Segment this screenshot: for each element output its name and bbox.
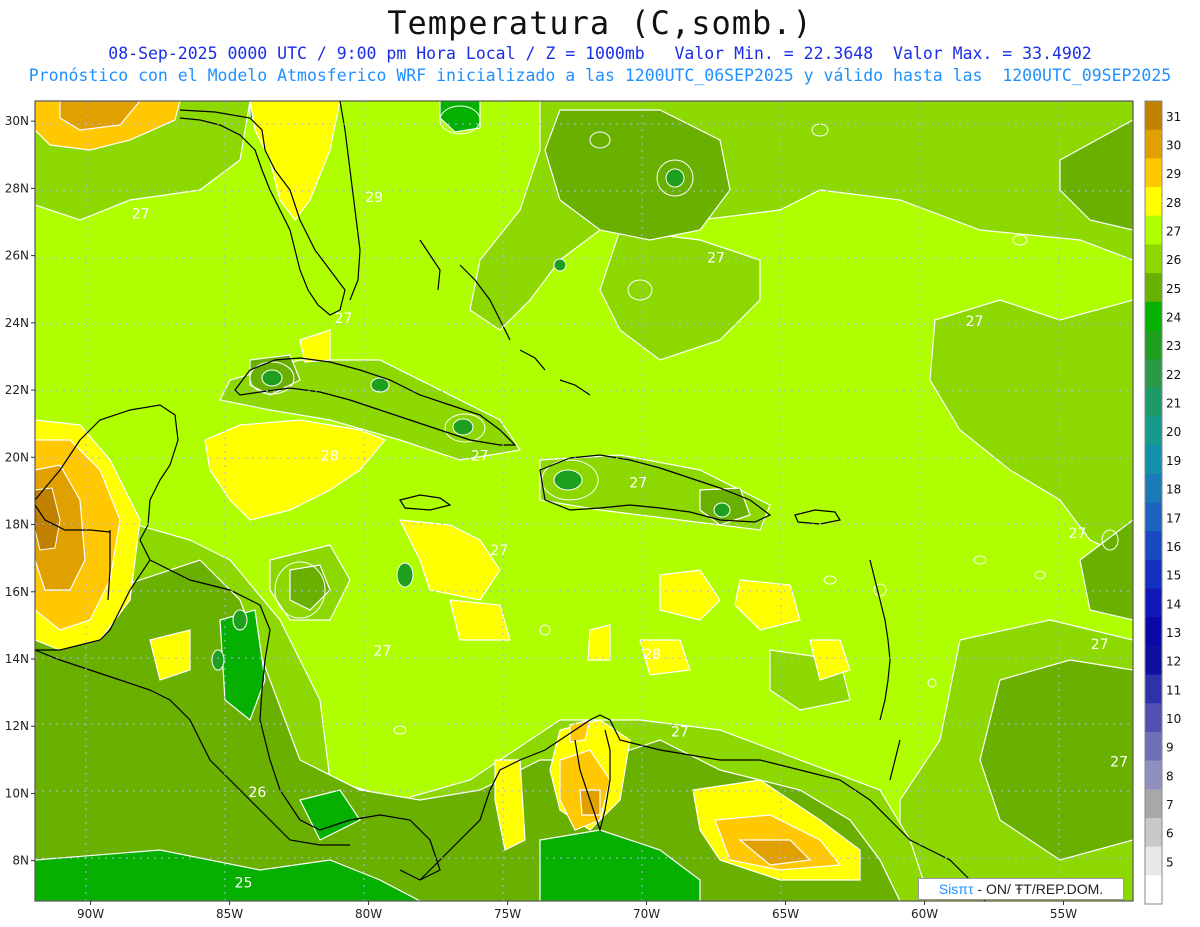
lon-tick-label: 70W [633, 907, 660, 921]
contour-label: 28 [321, 449, 339, 465]
contour-label: 27 [707, 250, 725, 266]
lat-tick-label: 20N [5, 450, 29, 464]
colorbar-swatch [1145, 473, 1162, 503]
colorbar-label: 28 [1166, 196, 1181, 210]
lat-tick-label: 22N [5, 383, 29, 397]
contour-label: 27 [132, 207, 150, 223]
colorbar-swatch [1145, 760, 1162, 790]
contour-label: 28 [643, 647, 661, 663]
colorbar-label: 12 [1166, 655, 1181, 669]
colorbar-swatch [1145, 445, 1162, 475]
lat-tick-label: 18N [5, 518, 29, 532]
lat-tick-label: 30N [5, 114, 29, 128]
lon-tick-label: 60W [911, 907, 938, 921]
colorbar-label: 15 [1166, 569, 1181, 583]
colorbar-swatch [1145, 674, 1162, 704]
contour-label: 27 [1110, 755, 1128, 771]
lat-tick-label: 24N [5, 316, 29, 330]
lat-tick-label: 28N [5, 181, 29, 195]
colorbar-swatch [1145, 875, 1162, 905]
colorbar-label: 31 [1166, 110, 1181, 124]
colorbar-swatch [1145, 789, 1162, 819]
colorbar-swatch [1145, 531, 1162, 561]
colorbar-swatch [1145, 359, 1162, 389]
colorbar-label: 6 [1166, 827, 1174, 841]
lat-tick-label: 26N [5, 249, 29, 263]
lon-tick-label: 75W [494, 907, 521, 921]
colorbar-label: 16 [1166, 540, 1181, 554]
colorbar-label: 27 [1166, 224, 1181, 238]
colorbar-label: 7 [1166, 798, 1174, 812]
colorbar-swatch [1145, 273, 1162, 303]
colorbar-swatch [1145, 502, 1162, 532]
credit-box: Sisπτ - ON/ ŦT/REP.DOM. [918, 878, 1124, 900]
colorbar-label: 13 [1166, 626, 1181, 640]
colorbar-label: 24 [1166, 311, 1181, 325]
lon-tick-label: 90W [77, 907, 104, 921]
lat-tick-label: 10N [5, 786, 29, 800]
colorbar-swatch [1145, 645, 1162, 676]
longitude-axis: 90W 85W 80W 75W 70W 65W 60W 55W [77, 901, 1077, 921]
lon-tick-label: 85W [216, 907, 243, 921]
colorbar-label: 29 [1166, 167, 1181, 181]
colorbar-label: 23 [1166, 339, 1181, 353]
lat-tick-label: 16N [5, 585, 29, 599]
lat-tick-label: 8N [12, 854, 29, 868]
colorbar-swatch [1145, 703, 1162, 733]
contour-label: 27 [335, 311, 353, 327]
colorbar-swatch [1145, 617, 1162, 647]
colorbar-swatch [1145, 588, 1162, 618]
credit-brand: Sisπτ [938, 881, 974, 897]
contour-label: 27 [471, 449, 489, 465]
colorbar-label: 20 [1166, 425, 1181, 439]
colorbar-swatch [1145, 158, 1162, 188]
contour-label: 26 [248, 785, 266, 801]
colorbar-label: 19 [1166, 454, 1181, 468]
credit-text: - ON/ ŦT/REP.DOM. [973, 881, 1104, 897]
colorbar-label: 30 [1166, 138, 1181, 152]
colorbar: 31 30 29 28 27 26 25 24 23 22 21 20 19 18 17 16 15 14 13 12… [1144, 100, 1181, 905]
colorbar-label: 8 [1166, 769, 1174, 783]
colorbar-label: 10 [1166, 712, 1181, 726]
colorbar-swatch [1145, 129, 1162, 159]
lat-tick-label: 14N [5, 652, 29, 666]
lat-tick-label: 12N [5, 719, 29, 733]
colorbar-label: 25 [1166, 282, 1181, 296]
lon-tick-label: 55W [1050, 907, 1077, 921]
contour-label: 27 [671, 724, 689, 740]
colorbar-label: 22 [1166, 368, 1181, 382]
colorbar-label: 9 [1166, 741, 1174, 755]
lon-tick-label: 80W [355, 907, 382, 921]
contour-label: 27 [374, 644, 392, 660]
colorbar-label: 11 [1166, 683, 1181, 697]
latitude-axis: 30N 28N 26N 24N 22N 20N 18N 16N 14N 12N 10N 8N [5, 114, 35, 868]
colorbar-swatch [1145, 731, 1162, 762]
colorbar-label: 21 [1166, 397, 1181, 411]
contour-label: 29 [365, 190, 383, 206]
colorbar-label: 17 [1166, 511, 1181, 525]
colorbar-swatch [1145, 817, 1162, 848]
contour-label: 25 [235, 876, 253, 892]
contour-label: 27 [1091, 637, 1109, 653]
contour-label: 27 [1068, 526, 1086, 542]
colorbar-swatch [1145, 330, 1162, 360]
colorbar-swatch [1145, 244, 1162, 274]
colorbar-swatch [1145, 187, 1162, 217]
colorbar-swatch [1145, 416, 1162, 446]
contour-label: 27 [490, 543, 508, 559]
colorbar-label: 26 [1166, 253, 1181, 267]
colorbar-label: 14 [1166, 597, 1181, 611]
colorbar-swatch [1145, 846, 1162, 876]
colorbar-swatch [1145, 387, 1162, 417]
colorbar-swatch [1145, 559, 1162, 590]
colorbar-swatch [1145, 301, 1162, 331]
contour-label: 27 [629, 476, 647, 492]
contour-label: 27 [966, 314, 984, 330]
colorbar-label: 5 [1166, 855, 1174, 869]
colorbar-label: 18 [1166, 483, 1181, 497]
colorbar-swatch [1145, 101, 1162, 131]
colorbar-swatch [1145, 215, 1162, 245]
temperature-map: 27 29 27 27 27 28 27 27 27 27 27 28 27 27 27 26 25 30N 28… [5, 100, 1181, 921]
lon-tick-label: 65W [772, 907, 799, 921]
